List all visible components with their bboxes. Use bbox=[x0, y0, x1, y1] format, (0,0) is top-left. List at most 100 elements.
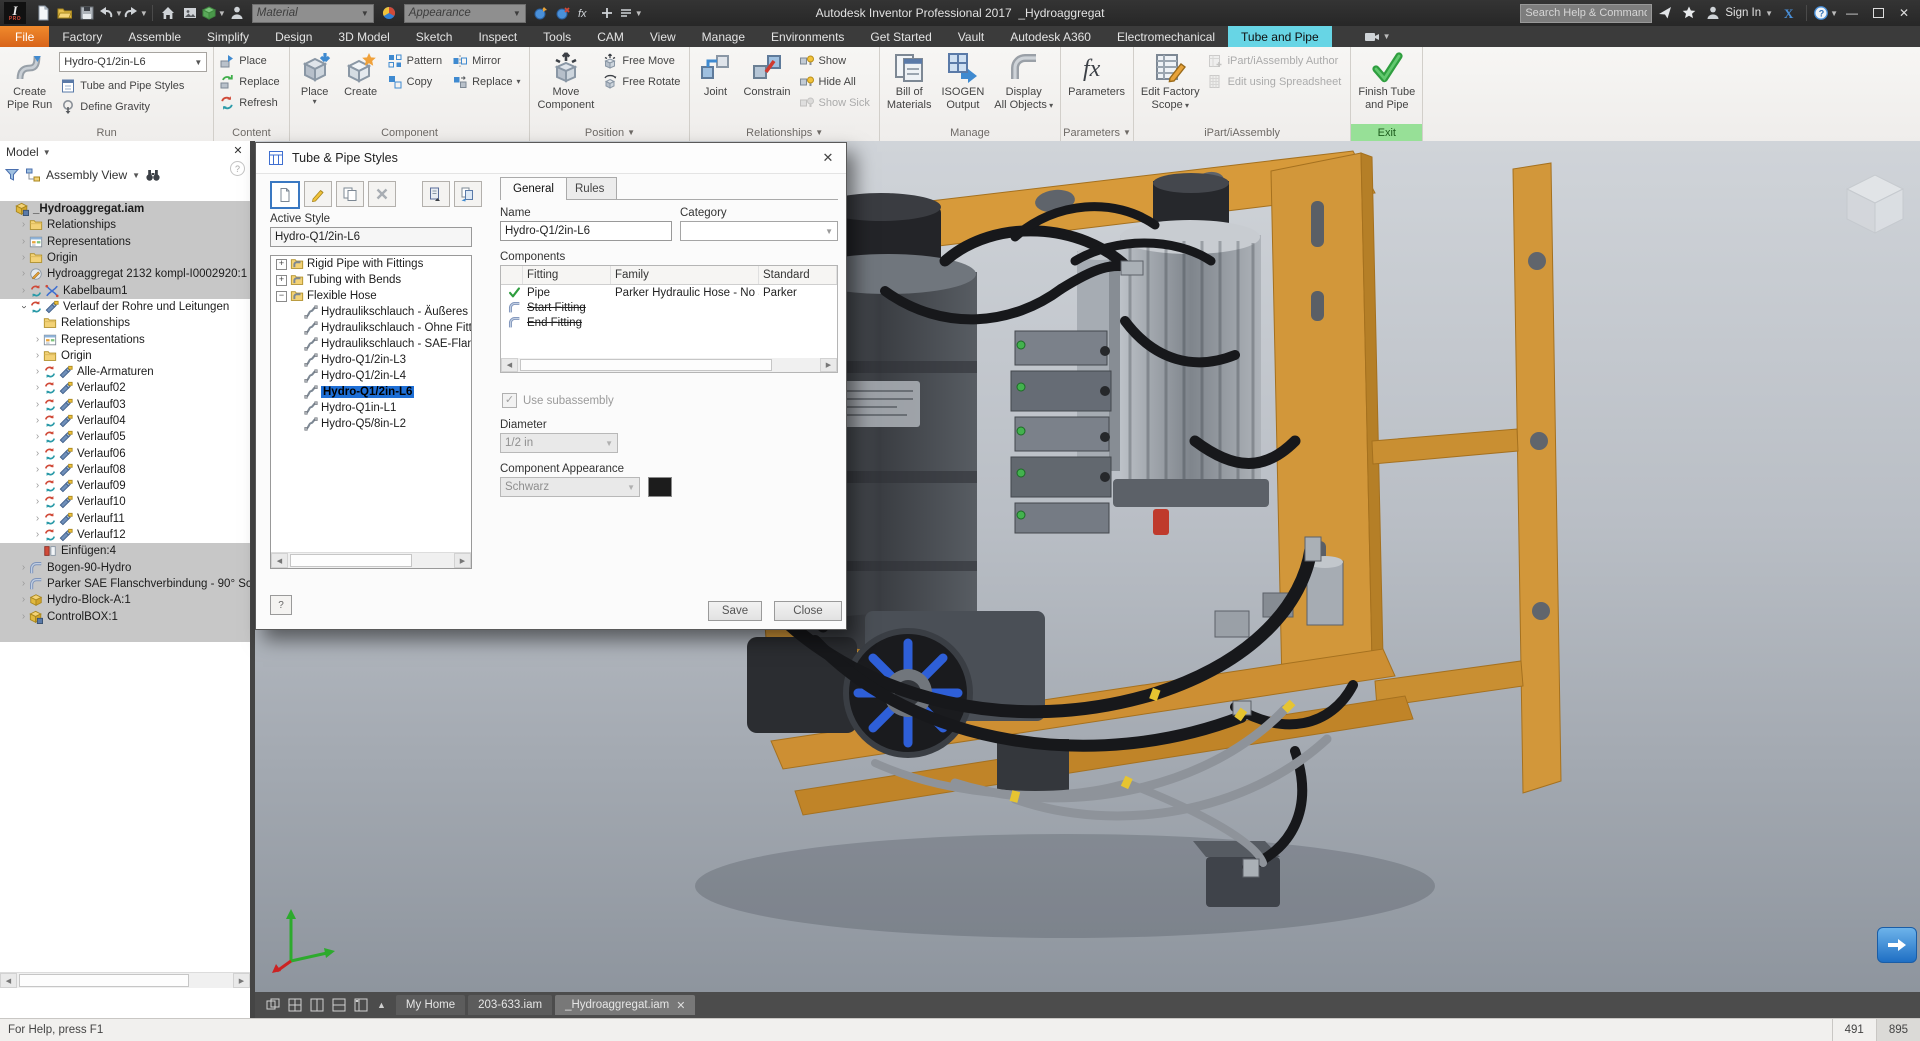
expand-icon[interactable]: › bbox=[32, 449, 43, 459]
ribbon-tab-view[interactable]: View bbox=[637, 26, 689, 47]
plus-button[interactable] bbox=[596, 2, 618, 24]
expand-icon[interactable]: › bbox=[18, 237, 29, 247]
display-all-objects-button[interactable]: DisplayAll Objects ▾ bbox=[989, 48, 1058, 121]
component-row-pipe[interactable]: PipeParker Hydraulic Hose - No SkivParke… bbox=[501, 285, 837, 300]
refresh-button[interactable]: Refresh bbox=[216, 92, 286, 113]
document-tab-203-633-iam[interactable]: 203-633.iam bbox=[468, 995, 552, 1015]
style-item-hydro-q1-2in-l3[interactable]: Hydro-Q1/2in-L3 bbox=[271, 352, 471, 368]
close-button-dialog[interactable]: Close bbox=[774, 601, 842, 621]
joint-button[interactable]: Joint bbox=[692, 48, 738, 121]
free-rotate-button[interactable]: Free Rotate bbox=[599, 71, 687, 92]
home-button[interactable] bbox=[157, 2, 179, 24]
category-dropdown[interactable]: ▼ bbox=[680, 221, 838, 241]
tree-item-verlauf12[interactable]: ›Verlauf12 bbox=[0, 527, 250, 543]
free-move-button[interactable]: Free Move bbox=[599, 50, 687, 71]
tree-item-verlauf03[interactable]: ›Verlauf03 bbox=[0, 397, 250, 413]
expand-icon[interactable]: › bbox=[32, 514, 43, 524]
send-feedback-button[interactable] bbox=[1654, 2, 1676, 24]
panel-help-icon[interactable]: ? bbox=[230, 161, 245, 176]
person-button[interactable] bbox=[226, 2, 248, 24]
scroll-right-icon[interactable]: ▶ bbox=[454, 553, 471, 568]
scrollbar-thumb[interactable] bbox=[290, 554, 412, 567]
scroll-left-icon[interactable]: ◀ bbox=[0, 973, 17, 988]
tree-item-representations[interactable]: ›Representations bbox=[0, 331, 250, 347]
style-item-hydraulikschlauch-ohne-fittings[interactable]: Hydraulikschlauch - Ohne Fittings bbox=[271, 320, 471, 336]
column-header-fitting[interactable]: Fitting bbox=[523, 266, 611, 284]
save-button[interactable] bbox=[76, 2, 98, 24]
expand-icon[interactable]: › bbox=[18, 579, 29, 589]
tree-item-verlauf06[interactable]: ›Verlauf06 bbox=[0, 445, 250, 461]
ribbon-tab-autodesk-a360[interactable]: Autodesk A360 bbox=[997, 26, 1104, 47]
tree-item-verlauf10[interactable]: ›Verlauf10 bbox=[0, 494, 250, 510]
dock-panel-button[interactable] bbox=[351, 996, 371, 1014]
scrollbar-thumb[interactable] bbox=[19, 974, 189, 987]
tree-item-verlauf-der-rohre-und-leitungen[interactable]: ›Verlauf der Rohre und Leitungen bbox=[0, 299, 250, 315]
column-header-family[interactable]: Family bbox=[611, 266, 759, 284]
render-button[interactable] bbox=[179, 2, 201, 24]
dialog-close-icon[interactable]: ✕ bbox=[820, 150, 836, 166]
expand-icon[interactable]: › bbox=[18, 563, 29, 573]
edit-style-button[interactable] bbox=[304, 181, 332, 207]
tree-item-origin[interactable]: ›Origin bbox=[0, 348, 250, 364]
import-styles-button[interactable] bbox=[454, 181, 482, 207]
style-item-hydro-q5-8in-l2[interactable]: Hydro-Q5/8in-L2 bbox=[271, 416, 471, 432]
scrollbar-thumb[interactable] bbox=[520, 359, 772, 371]
view-cube[interactable] bbox=[1837, 163, 1913, 239]
expand-icon[interactable]: › bbox=[32, 530, 43, 540]
expand-icon[interactable]: › bbox=[32, 351, 43, 361]
browser-horizontal-scrollbar[interactable]: ◀ ▶ bbox=[0, 972, 250, 988]
replace-button[interactable]: Replace bbox=[216, 71, 286, 92]
ribbon-tab-inspect[interactable]: Inspect bbox=[465, 26, 530, 47]
dialog-title-bar[interactable]: Tube & Pipe Styles bbox=[256, 143, 846, 174]
scroll-left-icon[interactable]: ◀ bbox=[271, 553, 288, 568]
sphere-x-button[interactable] bbox=[552, 2, 574, 24]
dialog-help-button[interactable]: ? bbox=[270, 595, 292, 615]
ribbon-tab-environments[interactable]: Environments bbox=[758, 26, 857, 47]
sign-in-button[interactable]: Sign In ▼ bbox=[1702, 5, 1776, 21]
style-item-rigid-pipe-with-fittings[interactable]: +Rigid Pipe with Fittings bbox=[271, 256, 471, 272]
tree-item-controlbox-1[interactable]: ›ControlBOX:1 bbox=[0, 608, 250, 624]
tube-and-pipe-styles-button[interactable]: Tube and Pipe Styles bbox=[57, 75, 211, 96]
ribbon-tab-sketch[interactable]: Sketch bbox=[403, 26, 466, 47]
close-tab-icon[interactable]: ✕ bbox=[676, 999, 685, 1012]
expand-icon[interactable]: + bbox=[276, 259, 287, 270]
constrain-button[interactable]: Constrain bbox=[738, 48, 795, 121]
pattern-button[interactable]: Pattern bbox=[384, 50, 449, 71]
tree-item-verlauf08[interactable]: ›Verlauf08 bbox=[0, 462, 250, 478]
tree-item-hydro-block-a-1[interactable]: ›Hydro-Block-A:1 bbox=[0, 592, 250, 608]
ribbon-tab-get-started[interactable]: Get Started bbox=[857, 26, 944, 47]
customize-button[interactable]: ▼ bbox=[618, 2, 643, 24]
tree-item-origin[interactable]: ›Origin bbox=[0, 250, 250, 266]
ribbon-tab-file[interactable]: File bbox=[0, 26, 49, 47]
ribbon-tab-assemble[interactable]: Assemble bbox=[115, 26, 194, 47]
tree-item-verlauf05[interactable]: ›Verlauf05 bbox=[0, 429, 250, 445]
component-row-end-fitting[interactable]: End Fitting bbox=[501, 315, 837, 330]
open-button[interactable] bbox=[54, 2, 76, 24]
style-item-tubing-with-bends[interactable]: +Tubing with Bends bbox=[271, 272, 471, 288]
ribbon-group-label-parameters[interactable]: Parameters▼ bbox=[1063, 124, 1131, 141]
parameters-button[interactable]: fxParameters bbox=[1063, 48, 1130, 121]
tree-item-verlauf09[interactable]: ›Verlauf09 bbox=[0, 478, 250, 494]
expand-icon[interactable]: › bbox=[32, 416, 43, 426]
edit-factory-scope-button[interactable]: Edit FactoryScope ▾ bbox=[1136, 48, 1205, 121]
material-dropdown[interactable]: Material ▼ bbox=[252, 4, 374, 23]
isogen-output-button[interactable]: ISOGENOutput bbox=[937, 48, 990, 121]
export-styles-button[interactable] bbox=[422, 181, 450, 207]
scroll-left-icon[interactable]: ◀ bbox=[501, 358, 518, 372]
exchange-apps-button[interactable]: X bbox=[1778, 2, 1800, 24]
create-pipe-run-button[interactable]: CreatePipe Run bbox=[2, 48, 57, 121]
move-component-button[interactable]: MoveComponent bbox=[532, 48, 599, 121]
define-gravity-button[interactable]: Define Gravity bbox=[57, 96, 211, 117]
expand-dock-icon[interactable]: ▲ bbox=[377, 1000, 386, 1010]
favorites-button[interactable] bbox=[1678, 2, 1700, 24]
tree-item-hydroaggregat-iam[interactable]: _Hydroaggregat.iam bbox=[0, 201, 250, 217]
style-item-hydraulikschlauch-u-eres-gerad[interactable]: Hydraulikschlauch - Äußeres gerad bbox=[271, 304, 471, 320]
scroll-right-icon[interactable]: ▶ bbox=[233, 973, 250, 988]
expand-icon[interactable]: › bbox=[32, 383, 43, 393]
redo-button[interactable]: ▼ bbox=[123, 2, 148, 24]
tab-rules[interactable]: Rules bbox=[562, 177, 617, 199]
communication-center-button[interactable] bbox=[1877, 927, 1917, 963]
expand-icon[interactable]: + bbox=[276, 275, 287, 286]
expand-icon[interactable]: › bbox=[18, 595, 29, 605]
mirror-button[interactable]: Mirror bbox=[449, 50, 527, 71]
